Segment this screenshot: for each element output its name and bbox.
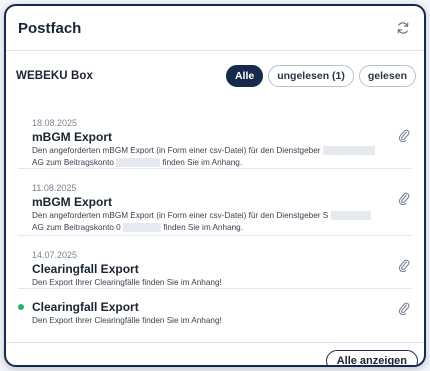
box-label: WEBEKU Box <box>16 70 94 82</box>
message-preview: Den Export Ihrer Clearingfälle finden Si… <box>32 316 222 325</box>
refresh-icon[interactable] <box>394 19 412 37</box>
paperclip-icon[interactable] <box>398 191 410 206</box>
filter-read[interactable]: gelesen <box>358 65 416 87</box>
message-preview-line: finden Sie im Anhang. <box>162 158 243 167</box>
show-all-button[interactable]: Alle anzeigen <box>325 350 418 365</box>
footer-divider <box>6 342 424 343</box>
message-preview-line: AG zum Beitragskonto <box>32 158 114 167</box>
mailbox-card: Postfach WEBEKU Box Alle ungelesen (1) g… <box>4 4 426 367</box>
message-subject: mBGM Export <box>32 195 113 209</box>
paperclip-icon[interactable] <box>398 128 410 143</box>
filter-unread[interactable]: ungelesen (1) <box>268 65 354 87</box>
message-preview: Den Export Ihrer Clearingfälle finden Si… <box>32 278 222 287</box>
message-date: 11.08.2025 <box>32 183 77 193</box>
message-item[interactable]: 14.07.2025 Clearingfall Export Den Expor… <box>6 236 424 288</box>
card-title: Postfach <box>18 19 82 37</box>
message-preview-line: Den angeforderten mBGM Export (in Form e… <box>32 211 321 220</box>
message-subject: Clearingfall Export <box>32 300 139 314</box>
paperclip-icon[interactable] <box>398 258 410 273</box>
filter-all[interactable]: Alle <box>225 65 264 87</box>
redacted-block <box>123 223 162 233</box>
message-preview-line: finden Sie im Anhang. <box>163 223 243 232</box>
page-background: Postfach WEBEKU Box Alle ungelesen (1) g… <box>0 0 430 371</box>
message-item-unread[interactable]: Clearingfall Export Den Export Ihrer Cle… <box>6 289 424 329</box>
redacted-block <box>330 211 371 221</box>
message-item[interactable]: 11.08.2025 mBGM Export Den angeforderten… <box>6 169 424 235</box>
paperclip-icon[interactable] <box>398 301 410 316</box>
message-preview: Den angeforderten mBGM Export (in Form e… <box>32 145 384 169</box>
message-date: 14.07.2025 <box>32 250 78 260</box>
message-list: 18.08.2025 mBGM Export Den angeforderten… <box>6 102 424 329</box>
message-item[interactable]: 18.08.2025 mBGM Export Den angeforderten… <box>6 102 424 168</box>
card-header: Postfach <box>6 6 424 50</box>
message-subject: Clearingfall Export <box>32 262 139 276</box>
message-preview: Den angeforderten mBGM Export (in Form e… <box>32 210 384 234</box>
filter-group: Alle ungelesen (1) gelesen <box>225 65 416 87</box>
message-preview-line: Den angeforderten mBGM Export (in Form e… <box>32 146 321 155</box>
box-row: WEBEKU Box Alle ungelesen (1) gelesen <box>6 51 424 101</box>
redacted-block <box>116 158 161 168</box>
message-preview-line: AG zum Beitragskonto 0 <box>32 223 121 232</box>
message-preview-line: S <box>322 211 329 220</box>
unread-indicator <box>18 304 24 310</box>
message-subject: mBGM Export <box>32 130 113 144</box>
redacted-block <box>322 146 375 156</box>
card-footer: Alle anzeigen <box>6 342 424 365</box>
message-date: 18.08.2025 <box>32 118 78 128</box>
